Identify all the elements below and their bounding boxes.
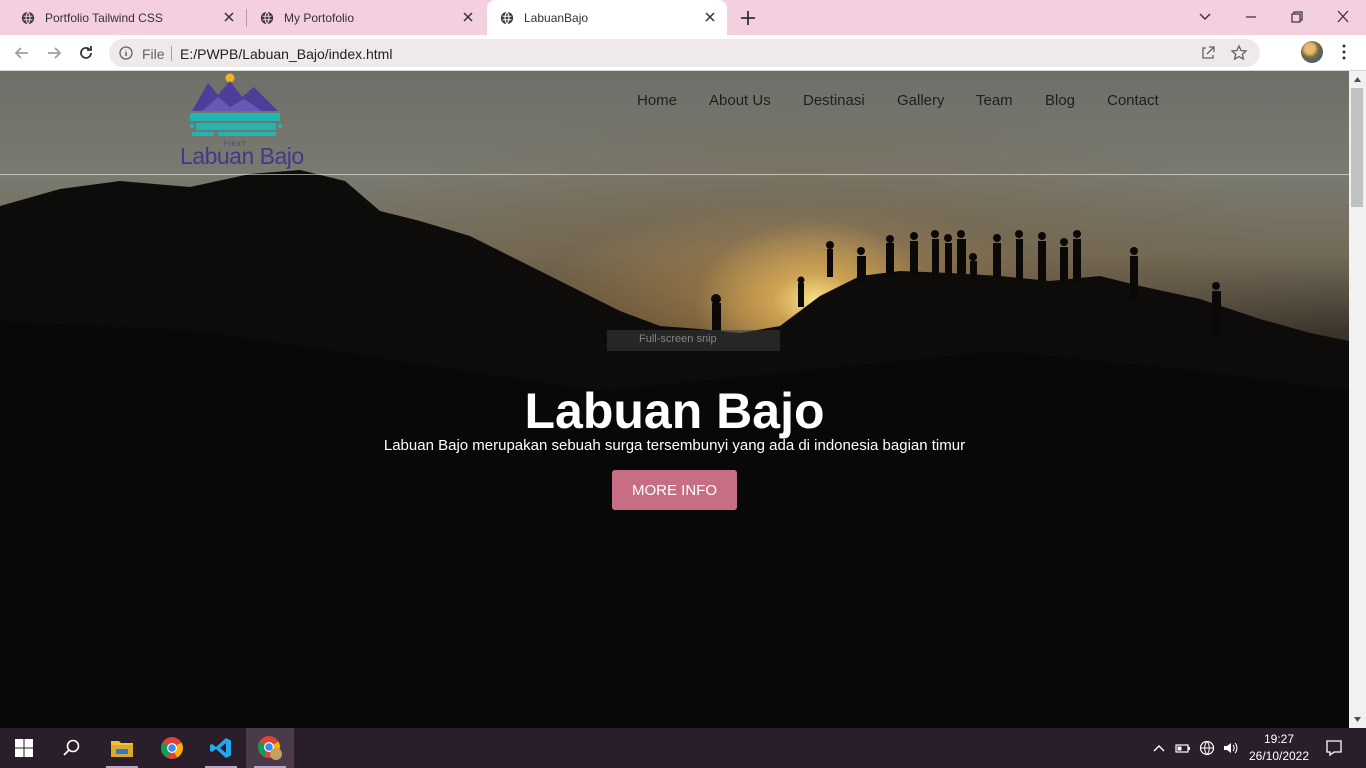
nav-link-home[interactable]: Home [637, 92, 677, 109]
chrome-profile-icon [258, 736, 282, 760]
back-icon[interactable] [12, 43, 32, 63]
omnibox-divider [171, 46, 172, 61]
close-icon[interactable] [461, 10, 475, 24]
hero-title: Labuan Bajo [524, 383, 825, 439]
scroll-down-icon[interactable] [1353, 715, 1362, 724]
nav-link-destinasi[interactable]: Destinasi [803, 92, 865, 109]
tab-search-chevron-icon[interactable] [1193, 6, 1217, 28]
windows-taskbar: 19:27 26/10/2022 [0, 728, 1366, 768]
scroll-up-icon[interactable] [1353, 75, 1362, 84]
logo-name: Labuan Bajo [180, 143, 304, 169]
nav-link-gallery[interactable]: Gallery [897, 92, 945, 109]
nav-link-blog[interactable]: Blog [1045, 92, 1075, 109]
tab-strip: Portfolio Tailwind CSS My Portofolio Lab… [0, 0, 1366, 35]
system-clock[interactable]: 19:27 26/10/2022 [1246, 731, 1312, 765]
page-viewport: FIRST Labuan Bajo Home About Us Destinas… [0, 71, 1349, 728]
chrome-icon [161, 737, 183, 759]
tab-my-portofolio[interactable]: My Portofolio [247, 0, 485, 35]
share-icon[interactable] [1200, 45, 1216, 61]
scheme-label: File [142, 46, 165, 62]
file-explorer-icon [111, 741, 133, 757]
profile-avatar[interactable] [1301, 41, 1323, 63]
globe-icon [260, 11, 274, 24]
nav-link-team[interactable]: Team [976, 92, 1013, 109]
more-info-button[interactable]: MORE INFO [612, 470, 737, 510]
clock-time: 19:27 [1263, 732, 1295, 746]
volume-icon[interactable] [1222, 740, 1238, 756]
tray-overflow-icon[interactable] [1151, 740, 1167, 756]
taskbar-vscode[interactable] [197, 728, 245, 768]
close-icon[interactable] [703, 10, 717, 24]
nav-link-about-us[interactable]: About Us [709, 92, 771, 109]
nav-link-contact[interactable]: Contact [1107, 92, 1159, 109]
battery-icon[interactable] [1175, 740, 1191, 756]
tab-portfolio-tailwind[interactable]: Portfolio Tailwind CSS [0, 0, 246, 35]
taskbar-file-explorer[interactable] [98, 728, 146, 768]
browser-toolbar: File E:/PWPB/Labuan_Bajo/index.html [0, 35, 1366, 94]
start-icon [15, 739, 33, 757]
info-icon[interactable] [119, 46, 133, 60]
notification-icon[interactable] [1325, 739, 1343, 757]
minimize-icon[interactable] [1239, 6, 1263, 28]
taskbar-chrome[interactable] [148, 728, 196, 768]
tab-labuanbajo[interactable]: LabuanBajo [487, 0, 727, 35]
new-tab-icon[interactable] [738, 8, 758, 28]
globe-icon [21, 11, 35, 24]
close-icon[interactable] [222, 10, 236, 24]
bookmark-star-icon[interactable] [1230, 44, 1248, 62]
menu-kebab-icon[interactable] [1337, 43, 1351, 61]
restore-icon[interactable] [1285, 6, 1309, 28]
reload-icon[interactable] [76, 43, 96, 63]
address-bar[interactable]: File E:/PWPB/Labuan_Bajo/index.html [109, 39, 1260, 67]
tab-title: My Portofolio [284, 10, 355, 25]
globe-icon [500, 11, 514, 24]
close-window-icon[interactable] [1331, 6, 1355, 28]
taskbar-chrome-profile[interactable] [246, 728, 294, 768]
network-globe-icon[interactable] [1199, 740, 1215, 756]
navbar-divider [0, 174, 1349, 175]
forward-icon[interactable] [44, 43, 64, 63]
hero-subtitle: Labuan Bajo merupakan sebuah surga terse… [383, 437, 966, 454]
search-icon [63, 739, 80, 756]
tab-title: Portfolio Tailwind CSS [45, 10, 163, 25]
url-text[interactable]: E:/PWPB/Labuan_Bajo/index.html [180, 46, 392, 62]
taskbar-search[interactable] [48, 728, 96, 768]
start-button[interactable] [0, 728, 48, 768]
vscode-icon [210, 738, 231, 758]
clock-date: 26/10/2022 [1248, 749, 1310, 763]
snip-tooltip: Full-screen snip [607, 330, 780, 351]
tab-title: LabuanBajo [524, 10, 589, 25]
scrollbar-thumb[interactable] [1351, 88, 1363, 207]
page-scrollbar[interactable] [1349, 71, 1366, 728]
